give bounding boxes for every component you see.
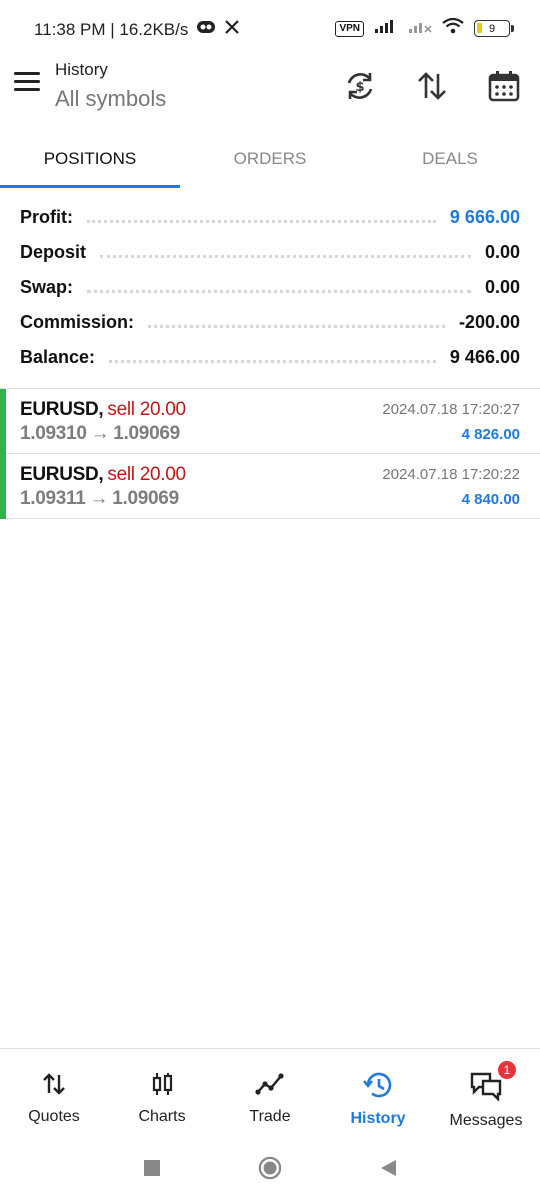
tab-orders-label: ORDERS — [233, 149, 307, 168]
positions-list: EURUSD, sell 20.00 1.09310 → 1.09069 2024.0… — [0, 389, 540, 519]
svg-text:$: $ — [355, 80, 364, 95]
position-prices: 1.09310 → 1.09069 — [20, 423, 180, 445]
sort-icon[interactable] — [412, 66, 452, 106]
position-symbol: EURUSD, — [20, 464, 104, 485]
home-icon[interactable] — [258, 1156, 282, 1180]
dotted-leader — [87, 220, 436, 223]
signal-2-icon — [408, 18, 432, 39]
tab-deals[interactable]: DEALS — [360, 130, 540, 188]
tab-bar: POSITIONS ORDERS DEALS — [0, 130, 540, 188]
deposit-value: 0.00 — [484, 242, 520, 262]
open-price: 1.09310 — [20, 423, 87, 444]
active-tab-indicator — [0, 185, 180, 188]
position-symbol-line: EURUSD, sell 20.00 — [20, 399, 186, 421]
app-notification-icon — [196, 19, 216, 40]
nav-history-label: History — [350, 1110, 406, 1127]
summary-row-swap: Swap: 0.00 — [0, 270, 540, 305]
profit-label: Profit: — [20, 207, 73, 227]
status-right: VPN 9 — [335, 17, 514, 39]
position-accent-bar — [0, 454, 6, 519]
tab-positions-label: POSITIONS — [43, 149, 137, 168]
swap-label: Swap: — [20, 277, 74, 297]
summary-row-commission: Commission: -200.00 — [0, 305, 540, 340]
history-icon — [363, 1071, 393, 1104]
bottom-navigation: Quotes Charts Trade History 1 Messages — [0, 1048, 540, 1136]
quotes-icon — [41, 1071, 67, 1102]
title-block: History All symbols — [55, 60, 166, 114]
dotted-leader — [109, 360, 436, 363]
summary-row-balance: Balance: 9 466.00 — [0, 340, 540, 375]
list-item[interactable]: EURUSD, sell 20.00 1.09311 → 1.09069 2024.0… — [0, 454, 540, 519]
app-header: History All symbols $ — [0, 60, 540, 124]
back-icon[interactable] — [376, 1156, 400, 1180]
status-left: 11:38 PM | 16.2KB/s — [34, 19, 240, 40]
balance-value: 9 466.00 — [449, 347, 520, 367]
position-accent-bar — [0, 389, 6, 454]
tab-orders[interactable]: ORDERS — [180, 130, 360, 188]
position-profit: 4 840.00 — [461, 491, 520, 508]
nav-trade[interactable]: Trade — [216, 1049, 324, 1136]
wifi-icon — [442, 17, 464, 39]
nav-trade-label: Trade — [249, 1108, 291, 1125]
summary-panel: Profit: 9 666.00 Deposit 0.00 Swap: 0.00… — [0, 200, 540, 375]
close-price: 1.09069 — [112, 488, 179, 509]
calendar-icon[interactable] — [484, 66, 524, 106]
position-time: 2024.07.18 17:20:22 — [382, 466, 520, 483]
charts-icon — [149, 1071, 175, 1102]
nav-quotes-label: Quotes — [28, 1108, 80, 1125]
position-prices: 1.09311 → 1.09069 — [20, 488, 179, 510]
dotted-leader — [148, 325, 445, 328]
arrow-right-icon: → — [89, 488, 109, 509]
symbol-filter[interactable]: All symbols — [55, 84, 166, 114]
deposit-label: Deposit — [20, 242, 87, 262]
signal-icon — [374, 18, 398, 39]
page-title: History — [55, 60, 108, 79]
nav-charts-label: Charts — [138, 1108, 186, 1125]
summary-row-profit: Profit: 9 666.00 — [0, 200, 540, 235]
commission-value: -200.00 — [458, 312, 520, 332]
recents-icon[interactable] — [140, 1156, 164, 1180]
open-price: 1.09311 — [20, 488, 86, 509]
system-navigation-bar — [0, 1136, 540, 1200]
position-symbol: EURUSD, — [20, 399, 104, 420]
tab-positions[interactable]: POSITIONS — [0, 130, 180, 188]
trade-icon — [255, 1071, 285, 1102]
status-time-speed: 11:38 PM | 16.2KB/s — [34, 19, 189, 39]
battery-level: 9 — [488, 22, 496, 35]
tab-deals-label: DEALS — [422, 149, 478, 168]
profit-value: 9 666.00 — [449, 207, 520, 227]
status-bar: 11:38 PM | 16.2KB/s VPN 9 — [0, 0, 540, 60]
nav-quotes[interactable]: Quotes — [0, 1049, 108, 1136]
position-symbol-line: EURUSD, sell 20.00 — [20, 464, 186, 486]
currency-exchange-icon[interactable]: $ — [340, 66, 380, 106]
balance-label: Balance: — [20, 347, 96, 367]
dotted-leader — [100, 255, 471, 258]
vpn-icon: VPN — [335, 20, 364, 37]
close-price: 1.09069 — [113, 423, 180, 444]
swap-value: 0.00 — [484, 277, 520, 297]
summary-row-deposit: Deposit 0.00 — [0, 235, 540, 270]
messages-badge: 1 — [496, 1059, 518, 1081]
nav-charts[interactable]: Charts — [108, 1049, 216, 1136]
position-side: sell 20.00 — [107, 464, 186, 485]
commission-label: Commission: — [20, 312, 135, 332]
arrow-right-icon: → — [90, 423, 110, 444]
list-item[interactable]: EURUSD, sell 20.00 1.09310 → 1.09069 2024.0… — [0, 389, 540, 454]
menu-icon[interactable] — [14, 72, 42, 96]
position-time: 2024.07.18 17:20:27 — [382, 401, 520, 418]
position-profit: 4 826.00 — [461, 426, 520, 443]
battery-icon: 9 — [474, 20, 514, 37]
position-side: sell 20.00 — [107, 399, 186, 420]
nav-history[interactable]: History — [324, 1049, 432, 1136]
nav-messages-label: Messages — [449, 1112, 523, 1129]
nav-messages[interactable]: 1 Messages — [432, 1049, 540, 1136]
dotted-leader — [87, 290, 471, 293]
x-app-icon — [224, 19, 240, 40]
